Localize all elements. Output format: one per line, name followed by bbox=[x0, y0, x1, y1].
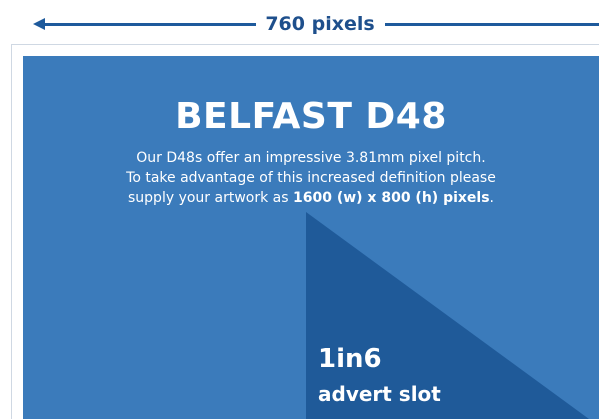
dimension-line-right bbox=[385, 23, 599, 26]
artwork-size: 1600 (w) x 800 (h) pixels bbox=[292, 190, 490, 206]
description-line-1: Our D48s offer an impressive 3.81mm pixe… bbox=[136, 150, 486, 166]
description-line-2: To take advantage of this increased defi… bbox=[126, 170, 496, 186]
slot-number: 1in6 bbox=[318, 344, 382, 374]
dimension-label: 760 pixels bbox=[265, 13, 375, 35]
screen-description: Our D48s offer an impressive 3.81mm pixe… bbox=[23, 148, 599, 208]
screen-panel: BELFAST D48 Our D48s offer an impressive… bbox=[23, 56, 599, 419]
screen-spec-graphic: 760 pixels BELFAST D48 Our D48s offer an… bbox=[0, 0, 599, 419]
screen-title: BELFAST D48 bbox=[175, 96, 447, 137]
description-line-3-suffix: . bbox=[489, 190, 494, 206]
description-line-3-prefix: supply your artwork as bbox=[128, 190, 293, 206]
slot-label: advert slot bbox=[318, 382, 441, 406]
description-line-3: supply your artwork as 1600 (w) x 800 (h… bbox=[23, 188, 599, 208]
dimension-line-left bbox=[44, 23, 256, 26]
